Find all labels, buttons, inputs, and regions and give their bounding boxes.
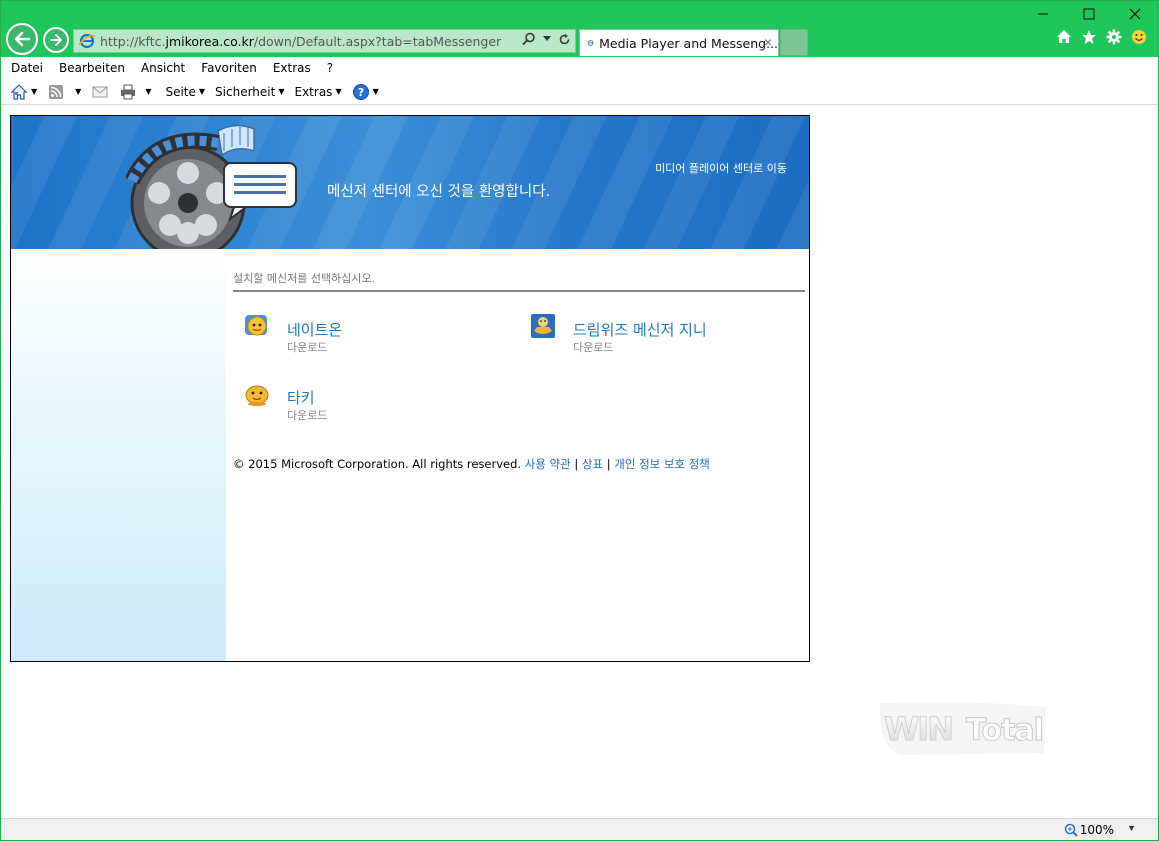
menu-datei[interactable]: Datei	[11, 61, 43, 75]
browser-window: http://kftc.jmikorea.co.kr/down/Default.…	[0, 0, 1159, 841]
tools-menu-command[interactable]: Extras ▼	[295, 85, 342, 99]
home-icon[interactable]	[1054, 29, 1073, 48]
instruction-text: 설치할 메신저를 선택하십시오.	[233, 272, 376, 285]
chevron-down-icon[interactable]: ▼	[75, 87, 81, 96]
settings-gear-icon[interactable]	[1104, 29, 1123, 48]
maximize-icon	[1083, 8, 1095, 20]
download-label[interactable]: 다운로드	[287, 407, 327, 423]
address-bar[interactable]: http://kftc.jmikorea.co.kr/down/Default.…	[73, 29, 576, 53]
command-bar: ▼ ▼ ▼ Seite ▼ Sicherheit ▼ Extras ▼ ? ▼	[1, 79, 1158, 105]
address-url: http://kftc.jmikorea.co.kr/down/Default.…	[100, 33, 502, 49]
dreamwiz-genie-icon	[531, 314, 555, 338]
chevron-down-icon: ▼	[278, 87, 285, 96]
svg-text:Total: Total	[966, 713, 1043, 748]
nateon-icon	[245, 315, 267, 336]
minimize-button[interactable]	[1020, 1, 1066, 27]
menu-help[interactable]: ?	[327, 61, 333, 75]
banner-welcome-text: 메신저 센터에 오신 것을 환영합니다.	[327, 184, 551, 200]
left-sidebar	[11, 249, 226, 661]
back-button[interactable]	[6, 23, 38, 55]
zoom-level: 100%	[1079, 823, 1114, 837]
search-icon[interactable]	[522, 32, 536, 46]
messenger-name[interactable]: 드림위즈 메신저 지니	[573, 319, 707, 340]
zoom-dropdown-icon[interactable]: ▼	[1127, 823, 1136, 833]
zoom-magnifier-icon	[1064, 823, 1078, 837]
home-icon	[10, 83, 28, 100]
chevron-down-icon[interactable]: ▼	[31, 87, 37, 96]
forward-button[interactable]	[43, 27, 69, 53]
help-command[interactable]: ? ▼	[352, 83, 379, 101]
status-bar: 100% ▼	[1, 818, 1158, 840]
trademarks-link[interactable]: 상표	[582, 457, 603, 471]
toolbar-right-icons	[1054, 29, 1148, 48]
chevron-down-icon: ▼	[372, 87, 379, 96]
copyright-text: © 2015 Microsoft Corporation. All rights…	[233, 457, 522, 471]
close-icon	[1129, 8, 1141, 20]
forward-arrow-icon	[50, 34, 62, 46]
messenger-center-banner: 메신저 센터에 오신 것을 환영합니다. 미디어 플레이어 센터로 이동	[11, 116, 809, 249]
footer-separator: |	[574, 457, 579, 471]
maximize-button[interactable]	[1066, 1, 1112, 27]
privacy-policy-link[interactable]: 개인 정보 보호 정책	[614, 457, 710, 471]
chevron-down-icon: ▼	[335, 87, 342, 96]
menu-ansicht[interactable]: Ansicht	[141, 61, 185, 75]
address-tools	[522, 32, 571, 46]
zoom-control[interactable]: 100%	[1064, 823, 1114, 837]
divider	[233, 290, 805, 292]
taki-icon	[245, 385, 269, 406]
page-menu-command[interactable]: Seite ▼	[165, 85, 205, 99]
printer-icon	[121, 84, 136, 99]
feedback-smiley-icon[interactable]	[1129, 29, 1148, 48]
new-tab-button[interactable]	[780, 29, 808, 56]
tools-menu-label: Extras	[294, 84, 333, 99]
wintotal-watermark-logo: WIN Total	[879, 702, 1046, 755]
svg-text:?: ?	[357, 86, 363, 99]
print-command[interactable]: ▼	[119, 83, 151, 101]
chevron-down-icon[interactable]: ▼	[145, 87, 151, 96]
browser-titlebar: http://kftc.jmikorea.co.kr/down/Default.…	[1, 1, 1158, 57]
messenger-name[interactable]: 네이트온	[287, 319, 342, 340]
terms-of-use-link[interactable]: 사용 약관	[525, 457, 571, 471]
safety-menu-label: Sicherheit	[215, 84, 276, 99]
close-window-button[interactable]	[1112, 1, 1158, 27]
menu-bar: Datei Bearbeiten Ansicht Favoriten Extra…	[1, 57, 1158, 78]
feeds-command[interactable]: ▼	[47, 83, 81, 101]
web-page: 메신저 센터에 오신 것을 환영합니다. 미디어 플레이어 센터로 이동 설치할…	[10, 115, 810, 662]
safety-menu-command[interactable]: Sicherheit ▼	[215, 85, 284, 99]
tab-active[interactable]: Media Player and Messeng... ×	[579, 29, 779, 56]
chevron-down-icon: ▼	[198, 87, 206, 96]
svg-text:WIN: WIN	[884, 710, 952, 748]
footer-separator: |	[606, 457, 611, 471]
dropdown-arrow-icon[interactable]	[543, 36, 551, 42]
help-icon: ?	[352, 83, 369, 100]
page-menu-label: Seite	[165, 84, 196, 99]
ie-tab-icon	[587, 40, 594, 46]
film-reel-icon	[126, 124, 297, 249]
mail-command[interactable]	[91, 83, 109, 101]
media-player-center-link[interactable]: 미디어 플레이어 센터로 이동	[655, 160, 787, 176]
back-arrow-icon	[14, 31, 31, 47]
ie-page-icon	[78, 33, 96, 49]
menu-bearbeiten[interactable]: Bearbeiten	[59, 61, 125, 75]
menu-favoriten[interactable]: Favoriten	[201, 61, 257, 75]
messenger-name[interactable]: 타키	[287, 387, 315, 408]
menu-extras[interactable]: Extras	[273, 61, 311, 75]
tab-title: Media Player and Messeng...	[599, 35, 778, 51]
page-footer: © 2015 Microsoft Corporation. All rights…	[233, 456, 710, 472]
home-command[interactable]: ▼	[10, 83, 37, 101]
download-label[interactable]: 다운로드	[287, 339, 327, 355]
refresh-icon[interactable]	[558, 33, 571, 46]
mail-icon	[92, 86, 108, 97]
tab-close-icon[interactable]: ×	[764, 34, 772, 50]
download-label[interactable]: 다운로드	[573, 339, 613, 355]
favorites-star-icon[interactable]	[1079, 29, 1098, 48]
minimize-icon	[1038, 13, 1048, 15]
rss-feed-icon	[49, 84, 64, 99]
